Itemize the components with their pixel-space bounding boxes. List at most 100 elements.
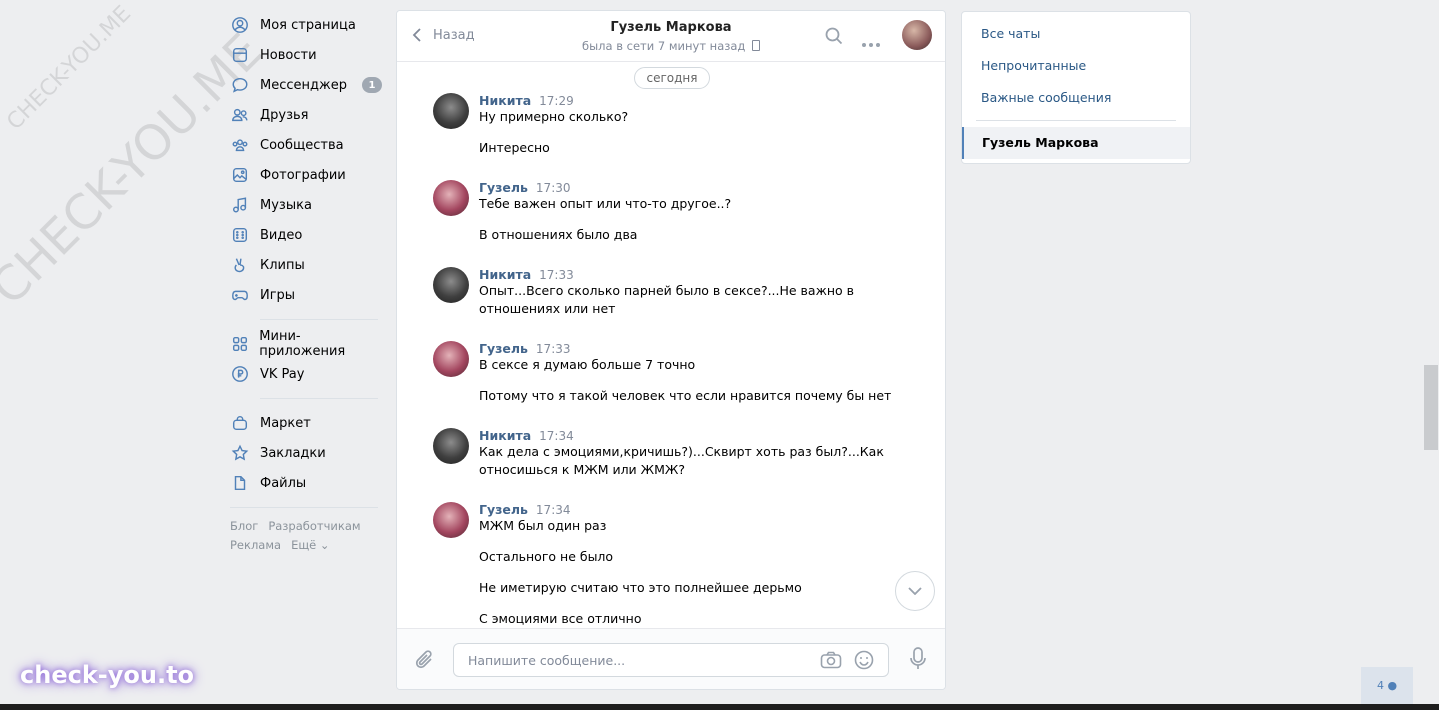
nav-market[interactable]: Маркет [230,408,382,438]
gamepad-icon [230,285,250,305]
camera-icon[interactable] [820,651,842,673]
nav-communities[interactable]: Сообщества [230,130,382,160]
sender-name[interactable]: Гузель [479,502,528,517]
message-text: В отношениях было два [479,227,638,242]
message-text: отношениях или нет [479,301,616,316]
active-chat-item[interactable]: Гузель Маркова [962,127,1190,159]
message-group: Гузель 17:34 МЖМ был один раз Остального … [433,502,893,628]
emoji-icon[interactable] [854,650,874,674]
star-icon [230,443,250,463]
nav-divider [230,507,378,508]
more-icon[interactable] [861,33,881,52]
message-text: Ну примерно сколько? [479,109,629,124]
filter-all-chats[interactable]: Все чаты [981,26,1040,41]
message-text: Как дела с эмоциями,кричишь?)...Сквирт х… [479,444,884,459]
friends-icon [230,105,250,125]
avatar[interactable] [433,341,469,377]
person-icon: ● [1387,679,1398,692]
nav-label: Закладки [260,445,326,461]
brand-watermark: check-you.to [20,661,195,689]
apps-icon [230,334,249,354]
groups-icon [230,135,250,155]
nav-mini-apps[interactable]: Мини-приложения [230,329,382,359]
avatar[interactable] [433,502,469,538]
sender-name[interactable]: Гузель [479,180,528,195]
nav-clips[interactable]: Клипы [230,250,382,280]
message-input[interactable] [466,652,800,669]
chevron-down-icon [908,587,922,595]
message-time: 17:30 [535,181,571,195]
message-list[interactable]: Никита 17:29 Ну примерно сколько? Интерес… [397,71,945,628]
vkpay-icon [230,364,250,384]
nav-photos[interactable]: Фотографии [230,160,382,190]
avatar[interactable] [433,428,469,464]
message-text: С эмоциями все отлично [479,611,642,626]
page-scrollbar[interactable] [1424,365,1438,450]
message-text: Не иметирую считаю что это полнейшее дер… [479,580,802,595]
nav-label: VK Pay [260,366,305,382]
microphone-icon[interactable] [909,647,927,675]
nav-label: Моя страница [260,17,356,33]
nav-my-page[interactable]: Моя страница [230,10,382,40]
chat-panel: Назад Гузель Маркова была в сети 7 минут… [396,10,946,690]
message-text: Интересно [479,140,550,155]
bag-icon [230,413,250,433]
user-circle-icon [230,15,250,35]
message-group: Гузель 17:30 Тебе важен опыт или что-то д… [433,180,893,244]
online-count-widget[interactable]: 4 ● [1361,667,1413,704]
nav-label: Маркет [260,415,311,431]
search-icon[interactable] [825,27,843,49]
footer-dev-link[interactable]: Разработчикам [268,519,360,533]
message-time: 17:34 [539,429,574,443]
message-time: 17:33 [539,268,574,282]
sender-name[interactable]: Никита [479,267,531,282]
nav-files[interactable]: Файлы [230,468,382,498]
message-composer [397,628,945,689]
message-text: Остального не было [479,549,614,564]
sender-name[interactable]: Никита [479,428,531,443]
chat-filters-panel: Все чаты Непрочитанные Важные сообщения … [961,11,1191,164]
nav-label: Новости [260,47,317,63]
message-input-box[interactable] [453,643,889,677]
avatar[interactable] [433,180,469,216]
scroll-down-button[interactable] [895,571,935,611]
online-count: 4 [1376,679,1384,692]
sender-name[interactable]: Гузель [479,341,528,356]
avatar[interactable] [433,93,469,129]
nav-friends[interactable]: Друзья [230,100,382,130]
footer-ads-link[interactable]: Реклама [230,538,281,552]
message-text: В сексе я думаю больше 7 точно [479,357,696,372]
nav-news[interactable]: Новости [230,40,382,70]
nav-bookmarks[interactable]: Закладки [230,438,382,468]
message-text: Опыт...Всего сколько парней было в сексе… [479,283,855,298]
nav-games[interactable]: Игры [230,280,382,310]
online-status: была в сети 7 минут назад [581,39,746,53]
news-icon [230,45,250,65]
nav-messenger[interactable]: Мессенджер 1 [230,70,382,100]
clips-icon [230,255,250,275]
nav-label: Друзья [260,107,309,123]
sender-name[interactable]: Никита [479,93,531,108]
avatar[interactable] [433,267,469,303]
nav-label: Файлы [260,475,307,491]
message-text: Потому что я такой человек что если нрав… [479,388,892,403]
message-time: 17:33 [535,342,571,356]
nav-vk-pay[interactable]: VK Pay [230,359,382,389]
chat-header: Назад Гузель Маркова была в сети 7 минут… [397,11,945,62]
nav-video[interactable]: Видео [230,220,382,250]
taskbar [0,704,1439,710]
chat-avatar[interactable] [902,20,932,50]
nav-label: Фотографии [260,167,346,183]
message-group: Никита 17:33 Опыт...Всего сколько парней … [433,267,893,318]
nav-music[interactable]: Музыка [230,190,382,220]
footer-more-link[interactable]: Ещё ⌄ [291,538,329,552]
nav-label: Музыка [260,197,312,213]
music-icon [230,195,250,215]
nav-label: Мини-приложения [259,329,346,359]
message-time: 17:29 [539,94,574,108]
footer-blog-link[interactable]: Блог [230,519,258,533]
filter-important[interactable]: Важные сообщения [981,90,1111,105]
filter-unread[interactable]: Непрочитанные [981,58,1086,73]
file-icon [230,473,250,493]
attach-icon[interactable] [415,649,435,675]
